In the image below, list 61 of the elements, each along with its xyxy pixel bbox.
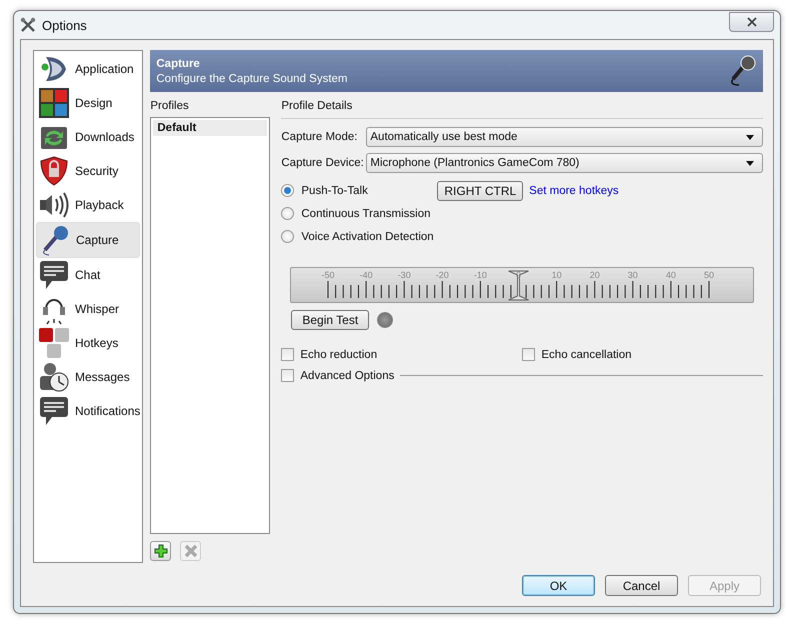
scale-label: 10: [552, 270, 562, 280]
dialog-button[interactable]: OK: [522, 575, 595, 596]
tools-icon: [20, 17, 36, 33]
scale-label: 50: [704, 270, 714, 280]
section-title: Capture: [156, 58, 201, 70]
chat-icon: [38, 395, 70, 427]
category-item[interactable]: Hotkeys: [36, 326, 140, 360]
radio-label[interactable]: Push-To-Talk: [301, 184, 438, 196]
checkbox[interactable]: [281, 348, 294, 361]
scale-label: -40: [360, 270, 373, 280]
add-button[interactable]: [150, 541, 172, 561]
category-item[interactable]: Whisper: [36, 292, 140, 326]
security-icon: [38, 155, 70, 187]
radio-button[interactable]: [281, 230, 294, 243]
close-icon: [746, 17, 756, 27]
field-label: Capture Device:: [281, 157, 365, 169]
checkbox-label[interactable]: Advanced Options: [300, 370, 394, 382]
checkbox-label[interactable]: Echo reduction: [300, 348, 378, 360]
messages-icon: [38, 361, 70, 393]
category-item[interactable]: Messages: [36, 360, 140, 394]
slider-thumb[interactable]: [508, 270, 530, 300]
radio-button[interactable]: [281, 207, 294, 220]
dropdown-arrow-icon: [746, 160, 754, 166]
category-item[interactable]: Application: [36, 52, 140, 86]
design-icon: [38, 87, 70, 119]
capture-mode-dropdown[interactable]: Automatically use best mode: [366, 127, 764, 147]
category-item[interactable]: Security: [36, 154, 140, 188]
close-button[interactable]: [729, 12, 774, 32]
chat-icon: [38, 259, 70, 291]
checkbox[interactable]: [281, 369, 294, 382]
scale-label: 40: [666, 270, 676, 280]
category-item[interactable]: Playback: [36, 188, 140, 222]
profile-item[interactable]: Default: [153, 120, 268, 136]
checkbox[interactable]: [522, 348, 536, 361]
capture-device-dropdown[interactable]: Microphone (Plantronics GameCom 780): [366, 153, 764, 173]
begin-test-button[interactable]: Begin Test: [291, 310, 370, 330]
scale-label: 20: [590, 270, 600, 280]
radio-label[interactable]: Continuous Transmission: [301, 208, 438, 220]
category-item[interactable]: Downloads: [36, 120, 140, 154]
category-item[interactable]: Capture: [36, 222, 140, 258]
field-label: Capture Mode:: [281, 131, 358, 143]
radio-label[interactable]: Voice Activation Detection: [301, 230, 438, 242]
dropdown-arrow-icon: [746, 134, 754, 140]
window-title: Options: [42, 18, 87, 32]
dialog-button[interactable]: Cancel: [605, 575, 678, 596]
category-item[interactable]: Chat: [36, 258, 140, 292]
scale-label: -50: [322, 270, 335, 280]
scale-label: -20: [436, 270, 450, 280]
scale-label: 30: [628, 270, 638, 280]
category-item[interactable]: Notifications: [36, 394, 140, 428]
scale-label: -30: [398, 270, 412, 280]
hotkey-button[interactable]: RIGHT CTRL: [437, 180, 524, 200]
scale-label: -10: [474, 270, 488, 280]
profiles-label: Profiles: [150, 100, 190, 112]
category-item[interactable]: Design: [36, 86, 140, 120]
hotkeys-icon: [38, 327, 70, 359]
radio-button[interactable]: [281, 184, 294, 197]
hotkeys-link[interactable]: Set more hotkeys: [529, 184, 619, 196]
checkbox-label[interactable]: Echo cancellation: [541, 348, 632, 360]
section-subtitle: Configure the Capture Sound System: [156, 72, 348, 84]
details-label: Profile Details: [281, 100, 764, 119]
